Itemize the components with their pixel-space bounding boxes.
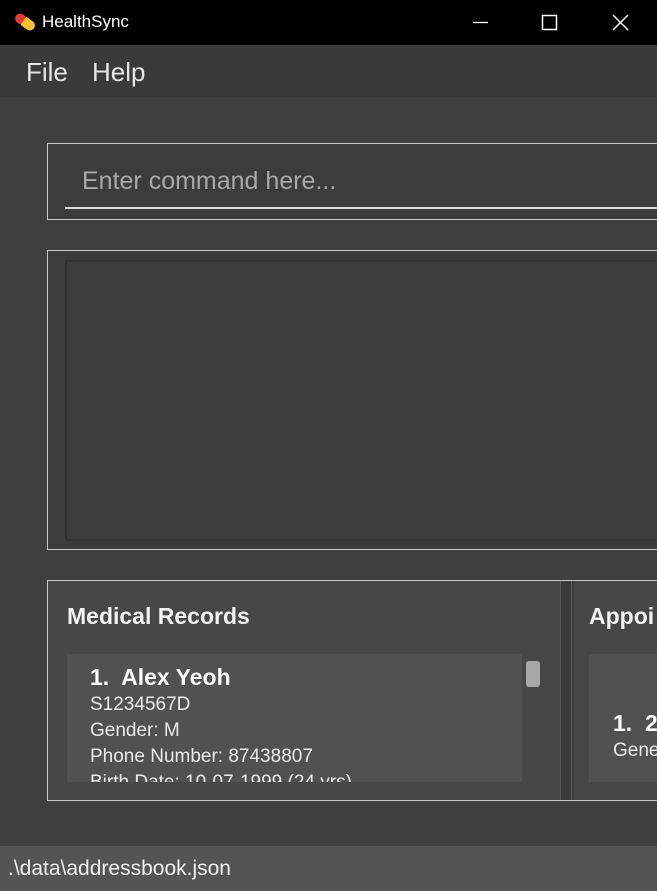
appointment-index: 1. <box>613 710 633 736</box>
split-divider[interactable] <box>560 581 572 800</box>
result-display <box>47 250 657 550</box>
record-phone: Phone Number: 87438807 <box>90 746 313 767</box>
result-text-area[interactable] <box>65 260 657 541</box>
lists-container: Medical Records 1. Alex Yeoh S1234567D G… <box>47 580 657 801</box>
pill-icon <box>15 13 35 31</box>
appointment-detail: Gene <box>613 740 657 761</box>
window-title: HealthSync <box>42 12 129 31</box>
close-button[interactable] <box>585 0 655 45</box>
file-path-label: .\data\addressbook.json <box>8 857 231 880</box>
maximize-icon <box>541 14 558 31</box>
record-patient-name: Alex Yeoh <box>121 664 231 690</box>
command-input[interactable] <box>65 155 657 209</box>
records-scrollbar[interactable] <box>526 661 540 687</box>
medical-records-panel: Medical Records 1. Alex Yeoh S1234567D G… <box>48 581 560 800</box>
minimize-icon <box>473 21 488 24</box>
appointments-title: Appoi <box>589 603 655 629</box>
record-card[interactable]: 1. Alex Yeoh S1234567D Gender: M Phone N… <box>67 654 522 782</box>
appointment-value: 2 <box>644 710 657 736</box>
close-icon <box>612 14 629 31</box>
menu-bar: File Help <box>0 45 657 97</box>
record-nric: S1234567D <box>90 694 191 715</box>
record-birth-date: Birth Date: 10-07-1999 (24 yrs) <box>90 772 352 782</box>
menu-help[interactable]: Help <box>92 57 145 88</box>
minimize-button[interactable] <box>446 0 516 45</box>
record-gender: Gender: M <box>90 720 180 741</box>
maximize-button[interactable] <box>514 0 584 45</box>
record-index: 1. <box>90 664 110 690</box>
record-name: 1. Alex Yeoh <box>90 664 231 691</box>
appointment-header: 1. 2 <box>613 710 657 737</box>
appointments-panel: Appoi 1. 2 Gene <box>574 581 657 800</box>
appointment-card[interactable]: 1. 2 Gene <box>589 654 657 782</box>
command-box <box>47 143 657 220</box>
menu-file[interactable]: File <box>26 57 68 88</box>
status-bar: .\data\addressbook.json <box>0 846 657 891</box>
medical-records-title: Medical Records <box>67 603 250 629</box>
title-bar: HealthSync <box>0 0 657 45</box>
